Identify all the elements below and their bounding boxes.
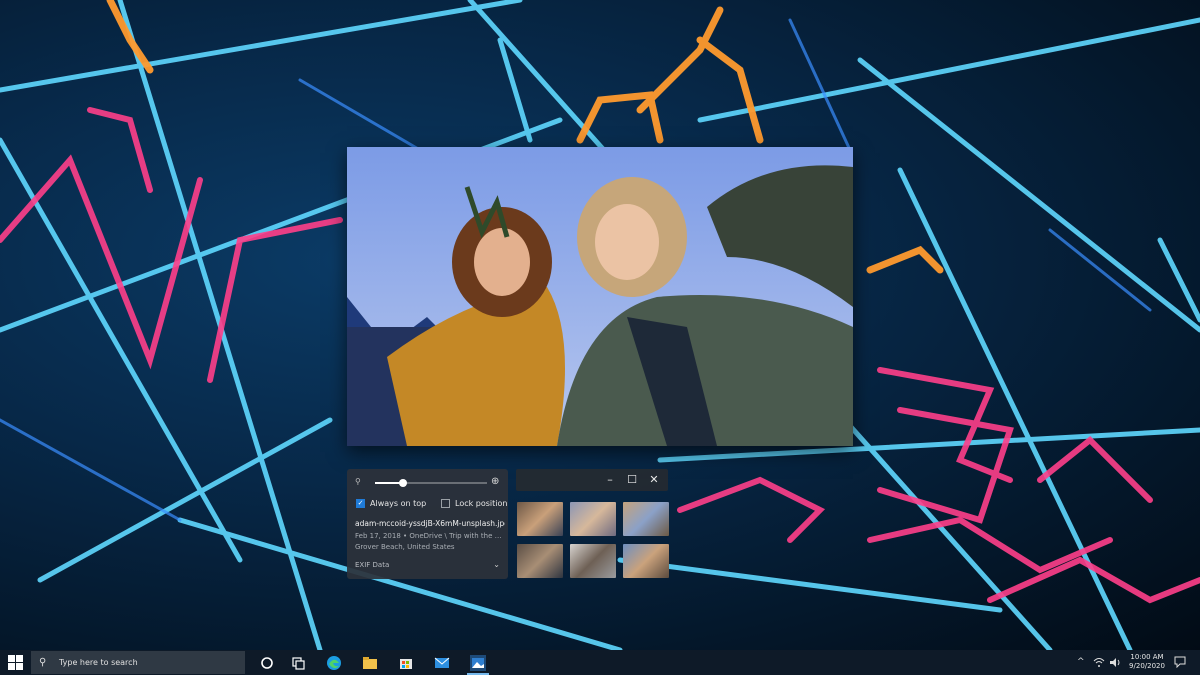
file-explorer-icon[interactable] — [361, 654, 379, 672]
selfie-photo — [347, 147, 853, 446]
always-on-top-label: Always on top — [370, 498, 427, 508]
thumbnail-3[interactable] — [623, 502, 669, 536]
thumbnail-2[interactable] — [570, 502, 616, 536]
show-hidden-icons-chevron[interactable]: ^ — [1077, 656, 1085, 668]
thumbnail-grid — [516, 502, 672, 580]
clock-time: 10:00 AM — [1130, 653, 1164, 661]
maximize-button[interactable]: ☐ — [624, 472, 640, 488]
store-icon[interactable] — [397, 654, 415, 672]
wifi-icon[interactable] — [1093, 657, 1105, 668]
chevron-down-icon[interactable]: ⌄ — [493, 560, 500, 569]
zoom-slider-thumb[interactable] — [399, 479, 407, 487]
date-source: Feb 17, 2018 • OneDrive \ Trip with the … — [355, 532, 505, 540]
thumbnail-1[interactable] — [517, 502, 563, 536]
lock-position-checkbox[interactable] — [441, 498, 450, 508]
photo-info-panel: ⚲ ⊕ ✓ Always on top Lock position adam-m… — [347, 469, 508, 579]
photos-icon[interactable] — [469, 654, 487, 672]
always-on-top-checkbox[interactable]: ✓ — [356, 498, 365, 508]
close-button[interactable]: ✕ — [646, 472, 662, 488]
clock-date: 9/20/2020 — [1129, 662, 1165, 670]
cortana-icon[interactable] — [258, 654, 276, 672]
lock-position-option[interactable]: Lock position — [441, 497, 507, 509]
mail-icon[interactable] — [433, 654, 451, 672]
taskbar: ⚲ Type here to search ^ 10:00 AM 9/20/20… — [0, 650, 1200, 675]
zoom-out-icon[interactable]: ⚲ — [355, 477, 365, 487]
notification-icon[interactable] — [1174, 656, 1186, 668]
checkmark-icon: ✓ — [357, 499, 364, 507]
photo-viewer-image[interactable] — [347, 147, 853, 446]
photo-location: Grover Beach, United States — [355, 543, 455, 551]
zoom-slider-track[interactable] — [375, 479, 487, 487]
system-clock[interactable]: 10:00 AM 9/20/2020 — [1127, 653, 1167, 671]
volume-icon[interactable] — [1109, 657, 1121, 668]
windows-start-icon[interactable] — [8, 655, 23, 670]
exif-data-expander[interactable]: EXIF Data ⌄ — [355, 560, 500, 569]
zoom-slider-row: ⚲ ⊕ — [355, 476, 503, 489]
search-placeholder: Type here to search — [59, 658, 138, 667]
edge-icon[interactable] — [325, 654, 343, 672]
zoom-in-icon[interactable]: ⊕ — [491, 476, 503, 488]
taskbar-search-box[interactable]: ⚲ Type here to search — [31, 651, 245, 674]
file-name: adam-mccoid-yssdjB-X6mM-unsplash.jpg — [355, 519, 505, 528]
task-view-icon[interactable] — [290, 654, 308, 672]
mini-viewer-title-bar[interactable]: – ☐ ✕ — [516, 469, 668, 491]
thumbnail-5[interactable] — [570, 544, 616, 578]
exif-data-label: EXIF Data — [355, 561, 390, 569]
minimize-button[interactable]: – — [602, 472, 618, 488]
thumbnail-4[interactable] — [517, 544, 563, 578]
always-on-top-option[interactable]: ✓ Always on top — [356, 497, 426, 509]
thumbnail-6[interactable] — [623, 544, 669, 578]
lock-position-label: Lock position — [455, 498, 508, 508]
search-icon: ⚲ — [39, 656, 47, 668]
